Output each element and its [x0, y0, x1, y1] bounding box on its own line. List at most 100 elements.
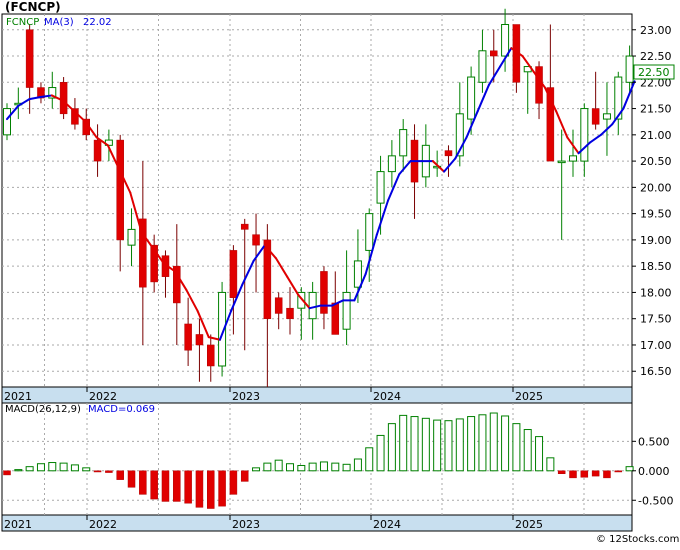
macd-bar-negative — [240, 470, 249, 482]
price-year-label: 2023 — [232, 390, 260, 403]
macd-bar-positive — [433, 419, 442, 472]
macd-bar-negative — [207, 470, 215, 509]
macd-bar-positive — [36, 463, 45, 472]
candle-body-down — [490, 50, 498, 57]
macd-bar-positive — [48, 462, 57, 472]
macd-bar-negative — [150, 470, 158, 500]
macd-legend: MACD(26,12,9) MACD=0.069 — [5, 404, 155, 415]
macd-bar-positive — [365, 447, 374, 472]
macd-bar-negative — [229, 470, 238, 495]
macd-bar-negative — [93, 470, 102, 473]
candle-body-down — [252, 234, 260, 246]
macd-bar-positive — [489, 412, 498, 472]
macd-bar-negative — [603, 470, 611, 479]
candle-body-down — [184, 323, 192, 351]
price-year-label: 2025 — [515, 390, 543, 403]
chart-svg: 16.50 17.00 17.50 18.00 18.50 19.00 19.50 20.00… — [1, 0, 679, 545]
candle-body-up — [602, 113, 611, 120]
macd-bar-positive — [546, 457, 555, 472]
macd-bar-negative — [161, 470, 170, 502]
candle-body-up — [557, 160, 566, 164]
candle-body-down — [240, 223, 249, 230]
macd-bar-negative — [184, 470, 192, 504]
candle-body-down — [444, 150, 453, 157]
macd-year-label: 2021 — [4, 518, 32, 531]
legend-ma-value: 22.02 — [83, 17, 112, 28]
candle-body-up — [387, 155, 396, 173]
macd-bar-positive — [501, 415, 510, 472]
macd-bar-negative — [569, 470, 577, 479]
candle-body-up — [625, 55, 634, 83]
price-tick-label: 21.00 — [640, 129, 672, 142]
macd-year-label: 2024 — [373, 518, 401, 531]
macd-bar-positive — [387, 423, 396, 472]
macd-bar-negative — [614, 470, 623, 473]
macd-bar-positive — [410, 416, 419, 472]
candle-body-down — [93, 139, 102, 162]
macd-bar-positive — [82, 467, 91, 472]
price-tick-label: 22.50 — [640, 50, 672, 63]
candle-body-up — [478, 50, 487, 83]
macd-bar-positive — [274, 459, 283, 472]
price-tick-label: 19.50 — [640, 208, 672, 221]
last-price-tag: 22.50 — [633, 64, 675, 80]
candle-body-down — [207, 344, 215, 367]
price-tick-label: 17.50 — [640, 313, 672, 326]
candle-body-down — [591, 108, 600, 125]
macd-year-label: 2023 — [232, 518, 260, 531]
macd-bar-positive — [399, 414, 408, 472]
macd-bar-positive — [263, 462, 272, 472]
candle-body-down — [286, 307, 294, 319]
macd-bar-positive — [353, 458, 362, 472]
macd-tick-label: 0.500 — [638, 435, 670, 448]
macd-bar-positive — [252, 467, 261, 472]
macd-bar-negative — [3, 470, 11, 476]
candle-body-up — [399, 129, 408, 157]
price-year-label: 2021 — [4, 390, 32, 403]
candle-body-up — [580, 108, 589, 162]
price-tick-label: 23.00 — [640, 24, 672, 37]
last-price-text: 22.50 — [638, 66, 670, 79]
macd-bar-negative — [218, 470, 226, 507]
price-tick-label: 18.50 — [640, 260, 672, 273]
watermark: © 12Stocks.com — [596, 534, 679, 545]
macd-bar-positive — [455, 418, 464, 472]
price-tick-label: 20.00 — [640, 181, 672, 194]
macd-year-label: 2022 — [89, 518, 117, 531]
candle-body-down — [535, 66, 543, 104]
macd-label: MACD(26,12,9) — [5, 404, 81, 415]
macd-bar-positive — [342, 463, 351, 472]
candle-body-up — [501, 24, 510, 57]
macd-bar-positive — [331, 462, 340, 472]
macd-bar-positive — [297, 464, 306, 472]
macd-bar-positive — [319, 461, 328, 472]
macd-bar-negative — [105, 470, 113, 473]
candle-body-down — [229, 250, 238, 298]
price-tick-label: 18.00 — [640, 286, 672, 299]
legend-ticker: FCNCP — [6, 17, 39, 28]
macd-bar-negative — [116, 470, 124, 480]
macd-bar-negative — [127, 470, 136, 488]
candle-body-up — [365, 213, 374, 251]
candle-body-up — [3, 108, 11, 136]
candle-body-down — [25, 29, 34, 88]
price-tick-label: 20.50 — [640, 155, 672, 168]
candle-body-down — [331, 302, 340, 335]
macd-bar-positive — [286, 463, 294, 472]
candle-body-up — [342, 291, 351, 330]
legend-ma-label: MA(3) — [44, 17, 74, 28]
price-tick-label: 21.50 — [640, 103, 672, 116]
macd-bar-positive — [625, 466, 634, 472]
macd-bar-positive — [376, 434, 385, 472]
macd-bar-positive — [523, 429, 532, 472]
price-tick-label: 16.50 — [640, 365, 672, 378]
price-year-label: 2022 — [89, 390, 117, 403]
candle-body-up — [127, 228, 136, 246]
macd-bar-positive — [25, 466, 34, 472]
macd-bar-positive — [512, 423, 521, 472]
macd-bar-positive — [535, 436, 544, 472]
candle-body-up — [467, 76, 476, 120]
macd-bar-negative — [139, 470, 147, 495]
macd-year-label: 2025 — [515, 518, 543, 531]
price-tick-label: 17.00 — [640, 339, 672, 352]
